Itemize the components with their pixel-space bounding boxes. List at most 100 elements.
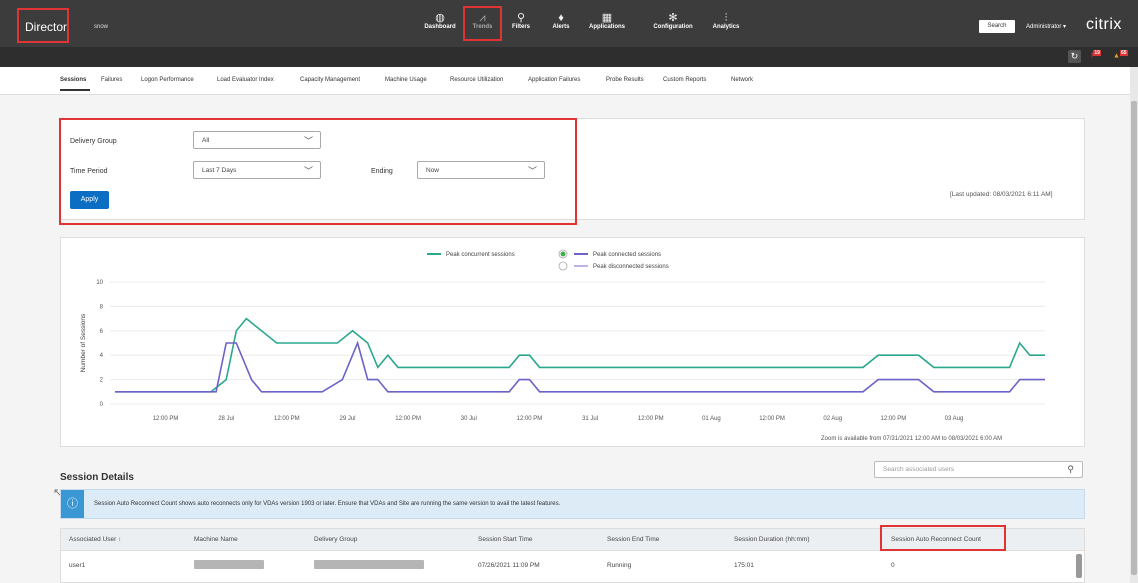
col-associated-user[interactable]: Associated User ↑: [69, 536, 121, 543]
tab-resource-utilization[interactable]: Resource Utilization: [450, 77, 503, 83]
x-tick-label: 12:00 PM: [759, 416, 785, 422]
nav-filters[interactable]: ⚲ Filters: [509, 12, 533, 42]
nav-dashboard[interactable]: ◍ Dashboard: [422, 12, 458, 42]
grid-icon: ▦: [601, 12, 613, 24]
legend-label-concurrent: Peak concurrent sessions: [446, 252, 515, 258]
x-tick-label: 03 Aug: [945, 416, 964, 422]
x-tick-label: 29 Jul: [339, 416, 355, 422]
time-period-select[interactable]: Last 7 Days ﹀: [193, 161, 321, 179]
ending-label: Ending: [371, 168, 393, 175]
header-search-button[interactable]: Search: [979, 20, 1015, 33]
col-machine-name[interactable]: Machine Name: [194, 536, 238, 543]
warning-alerts-count: 65: [1119, 50, 1128, 56]
apply-button[interactable]: Apply: [70, 191, 109, 209]
col-session-duration[interactable]: Session Duration (hh:mm): [734, 536, 810, 543]
redacted-delivery-group: [314, 560, 424, 569]
x-tick-label: 12:00 PM: [395, 416, 421, 422]
bell-icon: ♦: [558, 12, 564, 24]
app-name[interactable]: Director: [17, 8, 69, 43]
col-session-end-time[interactable]: Session End Time: [607, 536, 659, 543]
y-tick-label: 4: [100, 353, 104, 359]
cell-user[interactable]: user1: [69, 562, 85, 569]
reconnect-column-highlight: [880, 525, 1006, 551]
page-scrollbar[interactable]: [1130, 67, 1138, 583]
sub-header-bar: ↻ !19 ▲65: [0, 47, 1138, 67]
top-navigation-bar: Director snow ◍ Dashboard ⩘ Trends ⚲ Fil…: [0, 0, 1138, 47]
cell-end-time: Running: [607, 562, 632, 569]
delivery-group-select[interactable]: All ﹀: [193, 131, 321, 149]
filters-icon: ⚲: [516, 12, 526, 24]
search-users-placeholder: Search associated users: [883, 466, 955, 473]
nav-alerts-label: Alerts: [552, 24, 570, 30]
tab-machine-usage[interactable]: Machine Usage: [385, 77, 427, 83]
tab-custom-reports[interactable]: Custom Reports: [663, 77, 706, 83]
nav-analytics-label: Analytics: [712, 24, 740, 30]
page-scrollbar-thumb[interactable]: [1131, 101, 1137, 575]
x-tick-label: 28 Jul: [218, 416, 234, 422]
tab-logon-performance[interactable]: Logon Performance: [141, 77, 194, 83]
nav-applications[interactable]: ▦ Applications: [584, 12, 630, 42]
col-session-start-time[interactable]: Session Start Time: [478, 536, 533, 543]
citrix-logo: citrix: [1086, 16, 1122, 33]
active-tab-indicator: [60, 89, 90, 91]
nav-configuration[interactable]: ✻ Configuration: [648, 12, 698, 42]
zoom-note: Zoom is available from 07/31/2021 12:00 …: [821, 436, 1003, 442]
chevron-down-icon: ﹀: [303, 136, 313, 146]
chevron-down-icon: ﹀: [527, 166, 537, 176]
tab-application-failures[interactable]: Application Failures: [528, 77, 580, 83]
analytics-icon: ⫶: [724, 12, 728, 24]
chevron-down-icon: ﹀: [303, 166, 313, 176]
x-tick-label: 12:00 PM: [517, 416, 543, 422]
tab-probe-results[interactable]: Probe Results: [606, 77, 644, 83]
y-tick-label: 8: [100, 304, 104, 310]
refresh-icon[interactable]: ↻: [1068, 50, 1081, 63]
nav-trends-label: Trends: [472, 24, 493, 30]
x-tick-label: 02 Aug: [823, 416, 842, 422]
x-tick-label: 12:00 PM: [274, 416, 300, 422]
x-tick-label: 12:00 PM: [638, 416, 664, 422]
tab-sessions[interactable]: Sessions: [60, 77, 86, 83]
legend-label-disconnected: Peak disconnected sessions: [593, 264, 669, 270]
session-details-title: Session Details: [60, 472, 134, 483]
nav-alerts[interactable]: ♦ Alerts: [549, 12, 573, 42]
tab-failures[interactable]: Failures: [101, 77, 122, 83]
nav-trends[interactable]: ⩘ Trends: [467, 12, 498, 42]
tab-network[interactable]: Network: [731, 77, 753, 83]
legend-label-connected: Peak connected sessions: [593, 252, 661, 258]
legend-toggle-connected-dot: [560, 251, 566, 257]
time-period-value: Last 7 Days: [202, 167, 237, 174]
col-delivery-group[interactable]: Delivery Group: [314, 536, 357, 543]
x-tick-label: 30 Jul: [461, 416, 477, 422]
tab-capacity-management[interactable]: Capacity Management: [300, 77, 360, 83]
search-icon[interactable]: ⚲: [1067, 464, 1074, 475]
y-tick-label: 2: [100, 378, 104, 384]
critical-alerts-count: 19: [1093, 50, 1101, 56]
cell-reconnect-count: 0: [891, 562, 895, 569]
info-banner-text: Session Auto Reconnect Count shows auto …: [94, 501, 561, 507]
sessions-trend-chart[interactable]: 0 2 4 6 8 10 Number of Sessions 12:00 PM 28 Jul 1…: [60, 237, 1085, 447]
cell-duration: 175:01: [734, 562, 754, 569]
y-tick-label: 0: [100, 402, 104, 408]
critical-alerts-badge[interactable]: !19: [1091, 50, 1101, 63]
search-users-input[interactable]: Search associated users ⚲: [874, 461, 1083, 478]
warning-alerts-badge[interactable]: ▲65: [1113, 50, 1128, 63]
admin-menu[interactable]: Administrator ▾: [1026, 23, 1066, 30]
y-tick-label: 10: [96, 280, 103, 286]
table-scrollbar[interactable]: [1076, 554, 1082, 578]
trends-icon: ⩘: [479, 12, 486, 24]
ending-value: Now: [426, 167, 440, 174]
nav-analytics[interactable]: ⫶ Analytics: [709, 12, 743, 42]
x-tick-label: 01 Aug: [702, 416, 721, 422]
legend-toggle-disconnected: [558, 261, 568, 271]
trends-tab-bar: Sessions Failures Logon Performance Load…: [0, 67, 1130, 95]
nav-applications-label: Applications: [588, 24, 625, 30]
y-tick-label: 6: [100, 329, 104, 335]
last-updated-text: [Last updated: 08/03/2021 6:11 AM]: [950, 191, 1053, 198]
ending-select[interactable]: Now ﹀: [417, 161, 545, 179]
y-axis-label: Number of Sessions: [80, 313, 87, 372]
redacted-machine-name: [194, 560, 264, 569]
tab-load-evaluator-index[interactable]: Load Evaluator Index: [217, 77, 274, 83]
nav-configuration-label: Configuration: [653, 24, 693, 30]
x-tick-label: 12:00 PM: [881, 416, 907, 422]
info-banner: ⓘ Session Auto Reconnect Count shows aut…: [60, 489, 1085, 519]
